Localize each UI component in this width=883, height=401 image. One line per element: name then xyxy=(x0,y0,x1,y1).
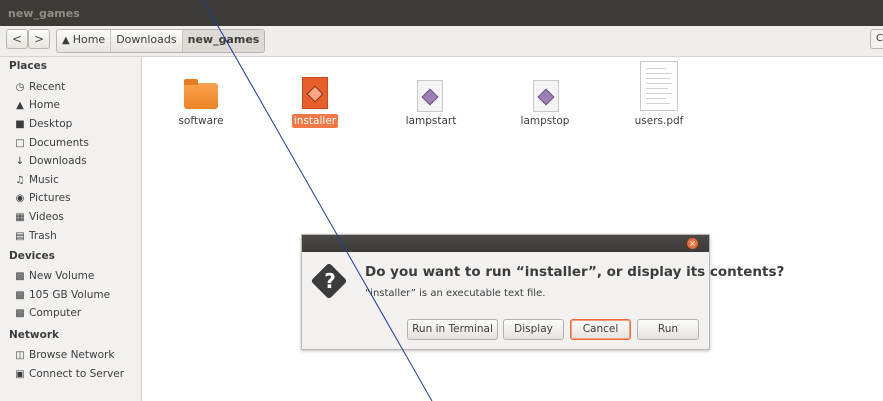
annotation-line xyxy=(202,0,433,401)
